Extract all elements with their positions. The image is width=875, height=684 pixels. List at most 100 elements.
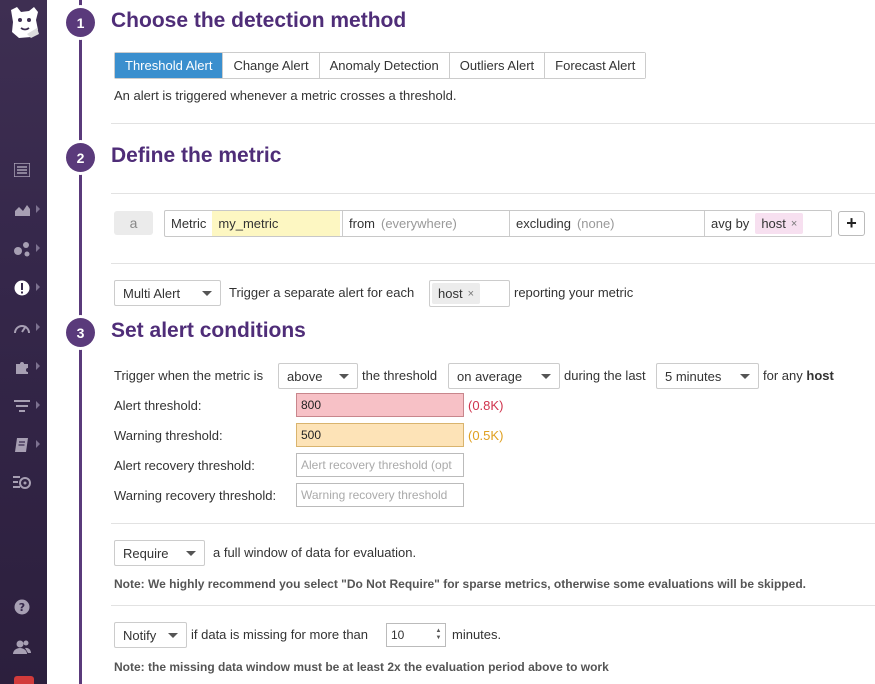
query-letter: a [114,211,153,235]
notify-select[interactable]: Notify [114,622,187,648]
tag-label: host [761,216,786,231]
tab-anomaly-detection[interactable]: Anomaly Detection [319,53,450,78]
chevron-down-icon [740,374,750,379]
alert-icon [13,279,31,297]
divider [111,263,875,264]
step-3-title: Set alert conditions [111,319,306,342]
minutes-value: 10 [391,628,405,642]
users-icon [13,638,31,656]
remove-tag-icon[interactable]: × [791,218,797,230]
require-select[interactable]: Require [114,540,205,566]
warning-threshold-input[interactable]: 500 [296,423,464,447]
detection-method-tabs: Threshold Alert Change Alert Anomaly Det… [114,52,647,79]
require-note: Note: We highly recommend you select "Do… [114,577,807,591]
infrastructure-icon [13,240,31,258]
datadog-logo-icon[interactable] [7,4,41,40]
sidebar-item-dashboards[interactable] [0,198,47,222]
excluding-segment[interactable]: excluding (none) [510,211,705,236]
svg-text:?: ? [19,601,25,614]
avg-by-segment[interactable]: avg by host × [705,211,831,236]
sidebar-item-team[interactable] [0,635,47,659]
help-icon: ? [13,598,31,616]
multi-alert-group-input[interactable]: host × [429,280,510,307]
step-2-number: 2 [66,143,95,172]
sidebar-item-help[interactable]: ? [0,595,47,619]
chevron-right-icon [36,323,40,331]
user-avatar[interactable] [14,676,34,684]
excluding-value[interactable]: (none) [577,216,615,231]
step-1-number: 1 [66,8,95,37]
sidebar-item-infrastructure[interactable] [0,237,47,261]
for-any-label: for any host [763,368,834,383]
warning-recovery-label: Warning recovery threshold: [114,488,277,503]
from-segment[interactable]: from (everywhere) [343,211,510,236]
divider [111,523,875,524]
alert-threshold-hint: (0.8K) [468,398,504,413]
multi-alert-suffix: reporting your metric [514,285,634,300]
metric-label: Metric [171,216,207,231]
divider [111,193,875,194]
alert-recovery-label: Alert recovery threshold: [114,458,255,473]
tab-change-alert[interactable]: Change Alert [223,53,320,78]
sidebar-item-integrations[interactable] [0,355,47,379]
avg-by-host-tag[interactable]: host × [755,213,804,234]
gauge-icon [13,319,31,337]
chevron-right-icon [36,283,40,291]
comparator-value: above [287,368,323,384]
notebook-icon [13,436,31,454]
chevron-right-icon [36,440,40,448]
alert-threshold-input[interactable]: 800 [296,393,464,417]
chevron-right-icon [36,362,40,370]
chevron-down-icon [541,374,551,379]
chevron-down-icon [168,633,178,638]
metric-name-input[interactable]: my_metric [212,211,341,236]
warning-threshold-hint: (0.5K) [468,428,504,443]
trigger-label: Trigger when the metric is [114,368,264,383]
for-any-text: for any [763,368,803,383]
chevron-down-icon [186,551,196,556]
missing-data-minutes-input[interactable]: 10 ▲ ▼ [386,623,446,647]
tag-label: host [438,286,463,301]
remove-tag-icon[interactable]: × [468,288,474,300]
window-select[interactable]: 5 minutes [656,363,759,389]
sidebar-item-notebooks[interactable] [0,433,47,457]
warning-recovery-input[interactable]: Warning recovery threshold [296,483,464,507]
require-text: a full window of data for evaluation. [213,545,417,560]
sidebar-item-logs[interactable] [0,394,47,418]
chevron-down-icon [202,291,212,296]
minutes-text: minutes. [452,627,502,642]
tab-forecast-alert[interactable]: Forecast Alert [545,53,646,78]
multi-alert-select[interactable]: Multi Alert [114,280,221,306]
chevron-right-icon [36,401,40,409]
metric-query-editor: Metric my_metric from (everywhere) exclu… [164,210,832,237]
threshold-label: the threshold [362,368,438,383]
alert-threshold-label: Alert threshold: [114,398,202,413]
avg-by-label: avg by [711,216,750,231]
aggregation-value: on average [457,368,523,384]
comparator-select[interactable]: above [278,363,358,389]
area-chart-icon [13,201,31,219]
stepper-icon[interactable]: ▲ ▼ [435,628,442,642]
multi-alert-text: Trigger a separate alert for each [229,285,415,300]
from-value[interactable]: (everywhere) [381,216,457,231]
multi-alert-host-tag[interactable]: host × [432,283,481,304]
notify-note: Note: the missing data window must be at… [114,660,609,674]
sidebar-item-apm[interactable] [0,316,47,340]
tab-outliers-alert[interactable]: Outliers Alert [449,53,546,78]
aggregation-select[interactable]: on average [448,363,560,389]
add-query-button[interactable]: + [838,211,865,236]
chevron-right-icon [36,244,40,252]
notify-value: Notify [123,627,157,643]
from-label: from [349,216,375,231]
tab-threshold-alert[interactable]: Threshold Alert [115,53,224,78]
sidebar-item-watchdog[interactable] [0,471,47,495]
notify-text: if data is missing for more than [191,627,369,642]
chevron-right-icon [36,205,40,213]
metric-segment: Metric my_metric [165,211,343,236]
step-1-title: Choose the detection method [111,9,407,32]
step-2-title: Define the metric [111,144,282,167]
alert-recovery-input[interactable]: Alert recovery threshold (opt [296,453,464,477]
chevron-down-icon [339,374,349,379]
sidebar-item-monitors[interactable] [0,276,47,300]
sidebar-item-events[interactable] [0,158,47,182]
